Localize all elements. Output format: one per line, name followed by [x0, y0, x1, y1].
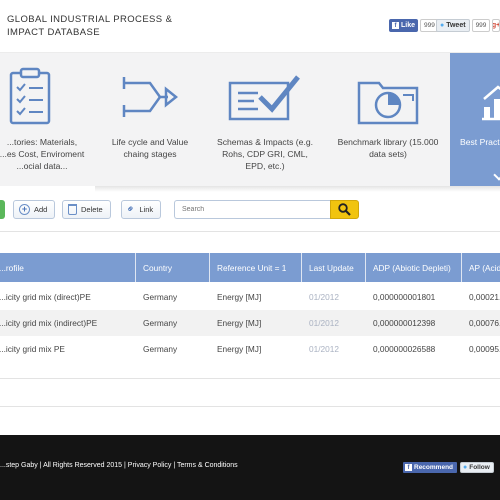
google-plus-button[interactable]: g+: [492, 19, 500, 32]
tweet-label: Tweet: [446, 22, 466, 29]
table-cell-country: Germany: [143, 292, 178, 302]
category-schemas[interactable]: Schemas & Impacts (e.g. Rohs, CDP GRI, C…: [205, 53, 325, 187]
category-label: Benchmark library (15.000 data sets): [337, 137, 439, 159]
table-cell-unit: Energy [MJ]: [217, 318, 262, 328]
search-button[interactable]: [330, 200, 359, 219]
category-best-practices[interactable]: Best Practi...: [450, 53, 500, 187]
table-cell-profile: ...icity grid mix (direct)PE: [0, 292, 91, 302]
copyright-text: ...step Gaby | All Rights Reserved 2015: [0, 462, 123, 469]
search-icon: [338, 203, 351, 216]
content-bottom-border: [0, 406, 500, 407]
category-strip: ...tories: Materials, ...es Cost, Enviro…: [0, 52, 500, 187]
category-label: Life cycle and Value chaing stages: [111, 137, 189, 159]
facebook-icon: f: [405, 464, 412, 471]
toolbar-divider: [0, 231, 500, 232]
toolbar-green-button[interactable]: [0, 200, 5, 219]
delete-button-label: Delete: [81, 205, 103, 214]
link-button-label: Link: [139, 205, 154, 214]
facebook-recommend-button[interactable]: f Recommend: [403, 462, 458, 473]
column-header-country[interactable]: Country: [136, 253, 210, 282]
table-cell-date: 01/2012: [309, 292, 339, 302]
column-header-last-update[interactable]: Last Update: [302, 253, 366, 282]
category-benchmark[interactable]: Benchmark library (15.000 data sets): [328, 53, 448, 187]
trash-icon: [68, 204, 77, 215]
facebook-like-label: Like: [401, 22, 416, 29]
privacy-policy-link[interactable]: Privacy Policy: [128, 462, 172, 469]
category-label: ...tories: Materials, ...es Cost, Enviro…: [0, 137, 85, 171]
category-inventories[interactable]: ...tories: Materials, ...es Cost, Enviro…: [0, 53, 90, 187]
table-row[interactable]: ...icity grid mix PE Germany Energy [MJ]…: [0, 336, 500, 362]
category-label: Schemas & Impacts (e.g. Rohs, CDP GRI, C…: [217, 137, 313, 171]
column-header-profile[interactable]: ...rofile: [0, 253, 136, 282]
column-header-adp[interactable]: ADP (Abiotic Depleti): [366, 253, 462, 282]
table-cell-ap: 0,00095...: [469, 344, 500, 354]
plus-icon: +: [19, 204, 30, 215]
table-cell-unit: Energy [MJ]: [217, 292, 262, 302]
table-header: ...rofile Country Reference Unit = 1 Las…: [0, 253, 500, 282]
checked-document-icon: [228, 75, 302, 126]
link-button[interactable]: ⚭ Link: [121, 200, 162, 219]
category-lifecycle[interactable]: Life cycle and Value chaing stages: [90, 53, 210, 187]
arrows-flow-icon: [122, 75, 179, 124]
site-title[interactable]: GLOBAL INDUSTRIAL PROCESS & IMPACT DATAB…: [7, 13, 187, 39]
table-cell-profile: ...icity grid mix PE: [0, 344, 65, 354]
facebook-like-button[interactable]: f Like: [389, 19, 419, 32]
table-cell-country: Germany: [143, 318, 178, 328]
facebook-icon: f: [392, 22, 399, 29]
chevron-down-icon: [493, 169, 500, 181]
toolbar: + Add Delete ⚭ Link: [0, 200, 500, 220]
facebook-like-widget[interactable]: f Like 999: [389, 19, 439, 32]
clipboard-checklist-icon: [7, 67, 53, 130]
table-cell-ap: 0,00076...: [469, 318, 500, 328]
site-header: GLOBAL INDUSTRIAL PROCESS & IMPACT DATAB…: [0, 0, 500, 52]
table-cell-profile: ...icity grid mix (indirect)PE: [0, 318, 98, 328]
table-cell-date: 01/2012: [309, 344, 339, 354]
terms-link[interactable]: Terms & Conditions: [177, 462, 238, 469]
table-cell-adp: 0,000000026588: [373, 344, 436, 354]
table-cell-unit: Energy [MJ]: [217, 344, 262, 354]
twitter-bird-icon: ●: [440, 22, 445, 29]
table-cell-country: Germany: [143, 344, 178, 354]
table-cell-date: 01/2012: [309, 318, 339, 328]
add-button-label: Add: [34, 205, 48, 214]
growth-chart-icon: [480, 77, 500, 126]
column-header-ap[interactable]: AP (Acidi...: [462, 253, 500, 282]
table-cell-ap: 0,00021...: [469, 292, 500, 302]
footer-links: ...step Gaby | All Rights Reserved 2015 …: [0, 462, 238, 469]
site-footer: ...step Gaby | All Rights Reserved 2015 …: [0, 435, 500, 500]
category-label: Best Practi...: [460, 137, 500, 147]
delete-button[interactable]: Delete: [62, 200, 111, 219]
twitter-bird-icon: ●: [463, 464, 468, 471]
recommend-label: Recommend: [414, 464, 454, 471]
add-button[interactable]: + Add: [13, 200, 56, 219]
twitter-follow-button[interactable]: ● Follow: [460, 462, 494, 473]
follow-label: Follow: [469, 464, 490, 471]
search-input[interactable]: [174, 200, 330, 219]
table-row[interactable]: ...icity grid mix (direct)PE Germany Ene…: [0, 284, 500, 310]
google-plus-widget[interactable]: g+: [492, 19, 500, 32]
table-bottom-border: [0, 378, 500, 379]
category-strip-shadow: [95, 186, 500, 192]
folder-chart-icon: [357, 75, 419, 130]
tweet-button[interactable]: ● Tweet: [436, 19, 470, 32]
table-cell-adp: 0,000000012398: [373, 318, 436, 328]
table-row[interactable]: ...icity grid mix (indirect)PE Germany E…: [0, 310, 500, 336]
table-cell-adp: 0,000000001801: [373, 292, 436, 302]
chain-link-icon: ⚭: [124, 202, 139, 217]
column-header-reference-unit[interactable]: Reference Unit = 1: [210, 253, 302, 282]
tweet-widget[interactable]: ● Tweet 999: [436, 19, 491, 32]
tweet-count: 999: [471, 19, 491, 32]
